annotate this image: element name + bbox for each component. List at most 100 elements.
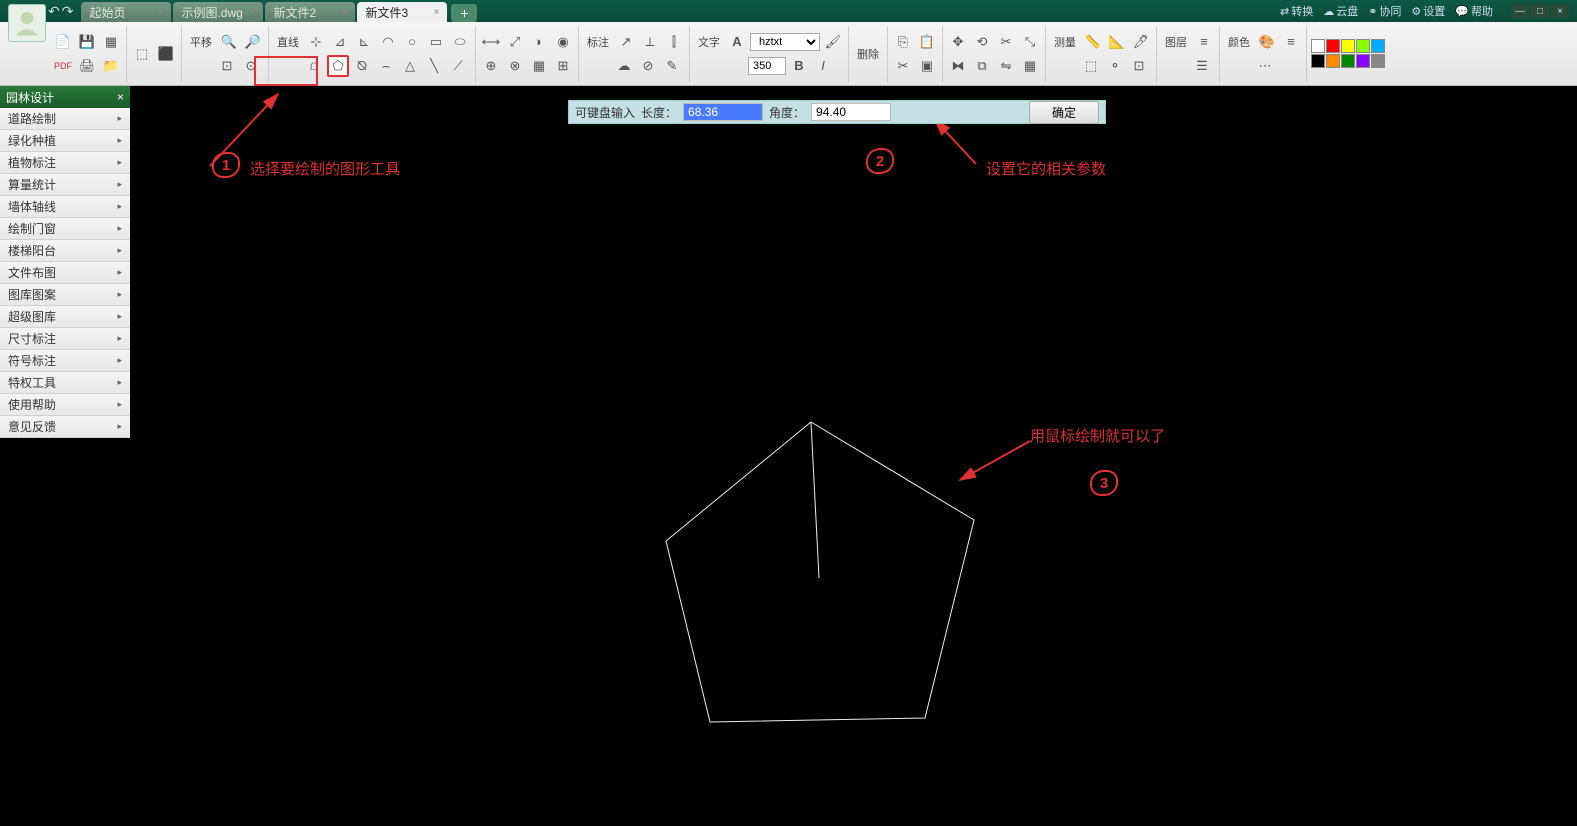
tab-newfile2[interactable]: 新文件2×	[265, 2, 355, 22]
dim6-icon[interactable]: ⊗	[504, 55, 526, 77]
cloud-button[interactable]: ☁ 云盘	[1323, 3, 1358, 19]
close-icon[interactable]: ×	[342, 7, 348, 18]
ann5-icon[interactable]: ⊘	[637, 55, 659, 77]
line3-icon[interactable]: ⟋	[447, 55, 469, 77]
load-icon[interactable]: ⬛	[155, 43, 177, 65]
print-icon[interactable]: 🖨	[76, 55, 98, 77]
color-swatch[interactable]	[1311, 54, 1325, 68]
avatar[interactable]	[8, 4, 46, 42]
ok-button[interactable]: 确定	[1029, 101, 1099, 124]
length-input[interactable]	[683, 103, 763, 121]
italic-button[interactable]: I	[812, 55, 834, 77]
rect-icon[interactable]: ▭	[425, 31, 447, 53]
zoomout-icon[interactable]: 🔎	[242, 31, 264, 53]
polygon-icon[interactable]: ⬠	[327, 55, 349, 77]
snap1-icon[interactable]: ⊹	[305, 31, 327, 53]
close-icon[interactable]: ×	[250, 7, 256, 18]
font-select[interactable]: hztxt	[750, 33, 820, 51]
tab-start[interactable]: 起始页×	[81, 2, 171, 22]
layer-icon[interactable]: ≡	[1193, 31, 1215, 53]
drawing-canvas[interactable]	[130, 86, 1577, 826]
dim3-icon[interactable]: ◗	[528, 31, 550, 53]
sidebar-item[interactable]: 符号标注▸	[0, 350, 130, 372]
zoomin-icon[interactable]: 🔍	[218, 31, 240, 53]
sidebar-item[interactable]: 意见反馈▸	[0, 416, 130, 438]
settings-button[interactable]: ⚙ 设置	[1411, 3, 1445, 19]
close-icon[interactable]: ×	[117, 90, 124, 104]
dim2-icon[interactable]: ⤢	[504, 31, 526, 53]
extend-icon[interactable]: ⤡	[1019, 31, 1041, 53]
pdf-icon[interactable]: PDF	[52, 55, 74, 77]
snap3-icon[interactable]: ⊾	[353, 31, 375, 53]
sidebar-item[interactable]: 特权工具▸	[0, 372, 130, 394]
rotate-icon[interactable]: ⟲	[971, 31, 993, 53]
tab-example[interactable]: 示例图.dwg×	[173, 2, 263, 22]
sidebar-item[interactable]: 植物标注▸	[0, 152, 130, 174]
angle-input[interactable]	[811, 103, 891, 121]
tab-add-button[interactable]: +	[451, 4, 477, 22]
color-swatch[interactable]	[1341, 39, 1355, 53]
lineweight-icon[interactable]: ≡	[1280, 31, 1302, 53]
maximize-button[interactable]: □	[1531, 4, 1549, 18]
sidebar-item[interactable]: 使用帮助▸	[0, 394, 130, 416]
sidebar-item[interactable]: 文件布图▸	[0, 262, 130, 284]
color-swatch[interactable]	[1371, 54, 1385, 68]
sidebar-item[interactable]: 尺寸标注▸	[0, 328, 130, 350]
export-icon[interactable]: ▦	[100, 31, 122, 53]
close-icon[interactable]: ×	[434, 7, 440, 18]
sidebar-item[interactable]: 图库图案▸	[0, 284, 130, 306]
color-swatch[interactable]	[1326, 54, 1340, 68]
color-swatch[interactable]	[1311, 39, 1325, 53]
fontsize-input[interactable]	[748, 57, 786, 75]
sidebar-item[interactable]: 楼梯阳台▸	[0, 240, 130, 262]
new-icon[interactable]: 📄	[52, 31, 74, 53]
arc2-icon[interactable]: ⌢	[375, 55, 397, 77]
coop-button[interactable]: ⚭ 协同	[1368, 3, 1401, 19]
color-swatch[interactable]	[1326, 39, 1340, 53]
color-swatch[interactable]	[1371, 39, 1385, 53]
pline-icon[interactable]: ⩍	[303, 55, 325, 77]
brush-icon[interactable]: 🖌	[822, 31, 844, 53]
ann3-icon[interactable]: ⫿	[663, 31, 685, 53]
sidebar-item[interactable]: 超级图库▸	[0, 306, 130, 328]
snap2-icon[interactable]: ⊿	[329, 31, 351, 53]
dim7-icon[interactable]: ▦	[528, 55, 550, 77]
layermgr-icon[interactable]: ☰	[1191, 55, 1213, 77]
help-button[interactable]: 💬 帮助	[1455, 3, 1493, 19]
spline-icon[interactable]: ⦰	[351, 55, 373, 77]
tab-newfile3[interactable]: 新文件3×	[357, 2, 447, 22]
mea6-icon[interactable]: ⊡	[1128, 55, 1150, 77]
mea1-icon[interactable]: 📏	[1082, 31, 1104, 53]
delete-label[interactable]: 删除	[853, 46, 883, 62]
colorwheel-icon[interactable]: 🎨	[1256, 31, 1278, 53]
sidebar-item[interactable]: 道路绘制▸	[0, 108, 130, 130]
paste-icon[interactable]: 📋	[916, 31, 938, 53]
close-icon[interactable]: ×	[158, 7, 164, 18]
color-swatch[interactable]	[1341, 54, 1355, 68]
ann6-icon[interactable]: ✎	[661, 55, 683, 77]
color-swatch[interactable]	[1356, 39, 1370, 53]
circle-icon[interactable]: ○	[401, 31, 423, 53]
linetype-icon[interactable]: ⋯	[1254, 55, 1276, 77]
sidebar-item[interactable]: 绘制门窗▸	[0, 218, 130, 240]
zoomfit-icon[interactable]: ⊙	[240, 55, 262, 77]
redo-icon[interactable]: ↷	[62, 3, 74, 20]
undo-icon[interactable]: ↶	[48, 3, 60, 20]
bold-button[interactable]: B	[788, 55, 810, 77]
minimize-button[interactable]: —	[1511, 4, 1529, 18]
text-a-icon[interactable]: A	[726, 31, 748, 53]
save-icon[interactable]: 💾	[76, 31, 98, 53]
dim4-icon[interactable]: ◉	[552, 31, 574, 53]
sidebar-item[interactable]: 墙体轴线▸	[0, 196, 130, 218]
layer-label[interactable]: 图层	[1161, 34, 1191, 50]
dim1-icon[interactable]: ⟷	[480, 31, 502, 53]
close-button[interactable]: ×	[1551, 4, 1569, 18]
cut-icon[interactable]: ✂	[892, 55, 914, 77]
mirror-icon[interactable]: ⧓	[947, 55, 969, 77]
shape-icon[interactable]: △	[399, 55, 421, 77]
mea2-icon[interactable]: 📐	[1106, 31, 1128, 53]
unload-icon[interactable]: ⬚	[131, 43, 153, 65]
array-icon[interactable]: ▦	[1019, 55, 1041, 77]
arc-icon[interactable]: ◠	[377, 31, 399, 53]
trim-icon[interactable]: ✂	[995, 31, 1017, 53]
